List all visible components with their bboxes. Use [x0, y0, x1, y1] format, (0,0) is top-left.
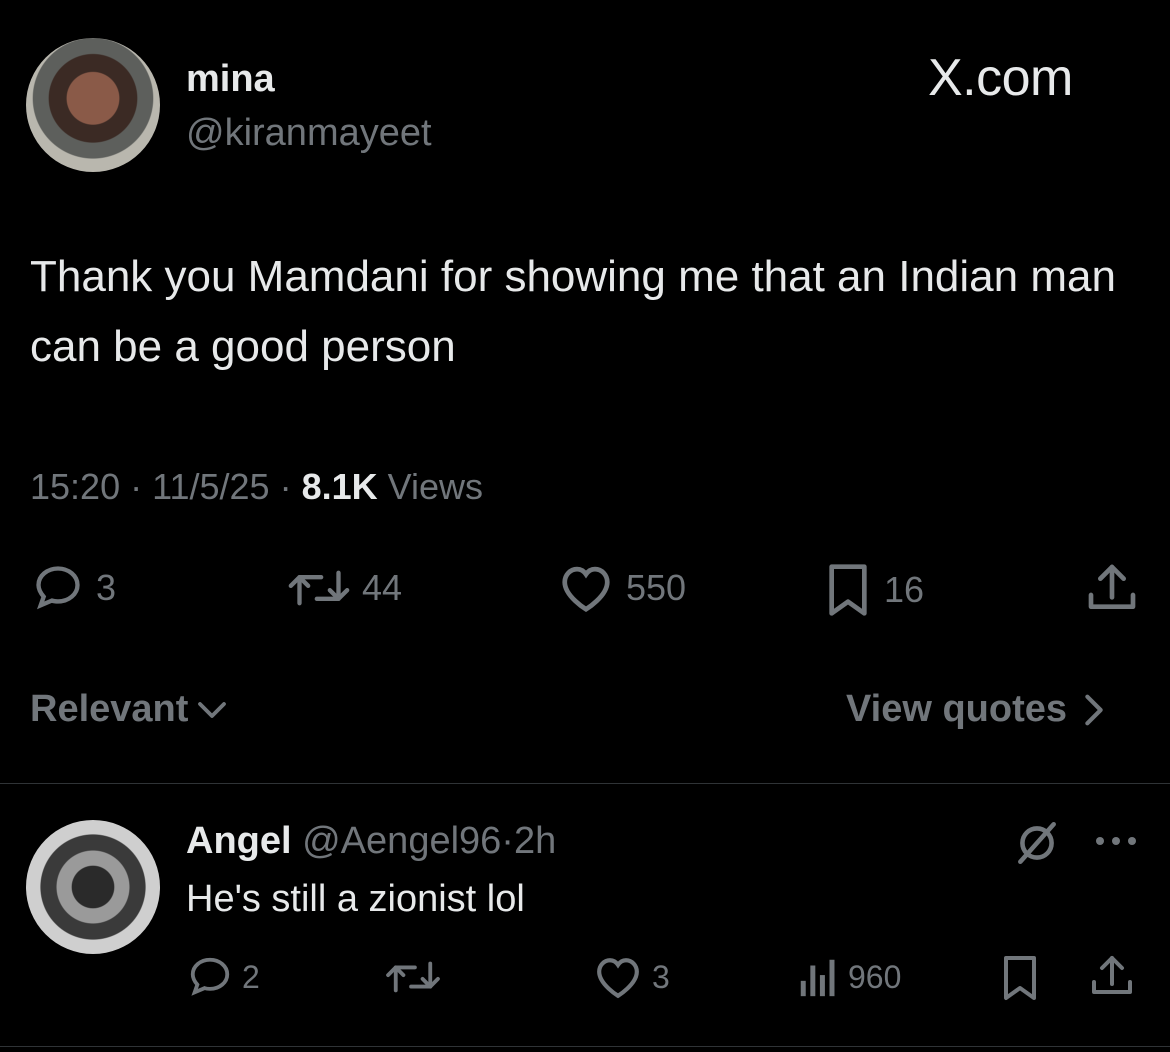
share-icon: [1092, 956, 1132, 994]
like-button[interactable]: 550: [556, 562, 686, 614]
share-icon: [1088, 564, 1136, 609]
meta-separator: ·: [279, 466, 292, 507]
bookmark-icon: [829, 564, 867, 616]
views-count[interactable]: 8.1K: [302, 466, 378, 507]
tweet-meta: 15:20 · 11/5/25 · 8.1K Views: [30, 466, 483, 508]
reply-like-button[interactable]: 3: [592, 954, 670, 1000]
reply-share-button[interactable]: [1088, 952, 1136, 1000]
chevron-down-icon: [198, 701, 227, 718]
reply-count: 3: [96, 567, 117, 608]
views-icon: [800, 959, 835, 997]
bookmark-button[interactable]: 16: [822, 562, 924, 618]
reply-author-avatar[interactable]: [26, 820, 160, 954]
reply-bookmark-button[interactable]: [998, 954, 1042, 1002]
tweet-date: 11/5/25: [152, 466, 270, 507]
reply-icon: [190, 957, 230, 996]
reply-repost-button[interactable]: [384, 954, 442, 1000]
reply-button[interactable]: 3: [30, 562, 116, 614]
repost-count: 44: [362, 567, 403, 608]
tweet-time: 15:20: [30, 466, 121, 507]
view-quotes-link[interactable]: View quotes: [846, 688, 1109, 731]
reply-age: 2h: [513, 820, 557, 862]
author-avatar[interactable]: [26, 38, 160, 172]
reply-views-button[interactable]: 960: [796, 954, 901, 1000]
reply-views-count: 960: [848, 958, 902, 995]
view-quotes-label: View quotes: [846, 688, 1068, 730]
divider: [0, 783, 1170, 784]
tweet-text: Thank you Mamdani for showing me that an…: [30, 252, 1116, 371]
reply-reply-button[interactable]: 2: [186, 954, 260, 1000]
reply-separator: ·: [501, 820, 514, 862]
reply-header: Angel @Aengel96·2h: [186, 820, 556, 863]
brand-logo-text: X.com: [928, 49, 1073, 107]
grok-button[interactable]: [1012, 818, 1062, 873]
share-button[interactable]: [1084, 560, 1140, 616]
reply-reply-count: 2: [242, 958, 260, 995]
reply-text: He's still a zionist lol: [186, 878, 525, 920]
views-label: Views: [387, 466, 484, 507]
more-icon: [1096, 837, 1136, 845]
divider: [0, 1046, 1170, 1047]
grok-icon: [1018, 821, 1056, 865]
repost-icon: [288, 570, 350, 606]
heart-icon: [562, 566, 610, 613]
author-handle[interactable]: @kiranmayeet: [186, 112, 432, 155]
sort-dropdown[interactable]: Relevant: [30, 688, 230, 731]
meta-separator: ·: [130, 466, 143, 507]
bookmark-count: 16: [884, 569, 925, 610]
heart-icon: [597, 958, 639, 999]
reply-author-name[interactable]: Angel: [186, 820, 292, 862]
reply-author-handle[interactable]: @Aengel96: [302, 820, 501, 862]
bookmark-icon: [1004, 956, 1036, 1000]
sort-label: Relevant: [30, 688, 189, 730]
reply-icon: [36, 566, 80, 610]
repost-icon: [386, 961, 440, 993]
author-name[interactable]: mina: [186, 58, 275, 101]
repost-button[interactable]: 44: [286, 562, 402, 614]
reply-like-count: 3: [652, 958, 670, 995]
more-options-button[interactable]: [1092, 834, 1140, 853]
like-count: 550: [626, 567, 687, 608]
chevron-right-icon: [1085, 694, 1103, 725]
